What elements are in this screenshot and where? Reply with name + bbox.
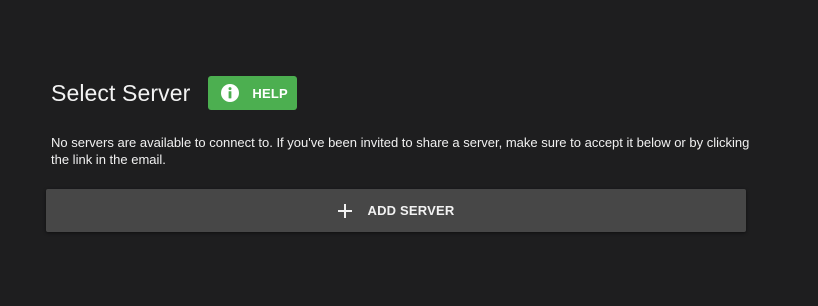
plus-icon — [337, 203, 353, 219]
select-server-page: Select Server HELP No servers are availa… — [0, 0, 818, 306]
add-server-label: ADD SERVER — [367, 203, 455, 218]
header: Select Server HELP — [51, 76, 298, 110]
info-icon — [220, 83, 240, 103]
help-button[interactable]: HELP — [208, 76, 298, 110]
no-servers-message: No servers are available to connect to. … — [51, 135, 750, 167]
help-button-label: HELP — [252, 85, 288, 101]
add-server-button[interactable]: ADD SERVER — [46, 189, 746, 232]
page-title: Select Server — [51, 80, 191, 106]
